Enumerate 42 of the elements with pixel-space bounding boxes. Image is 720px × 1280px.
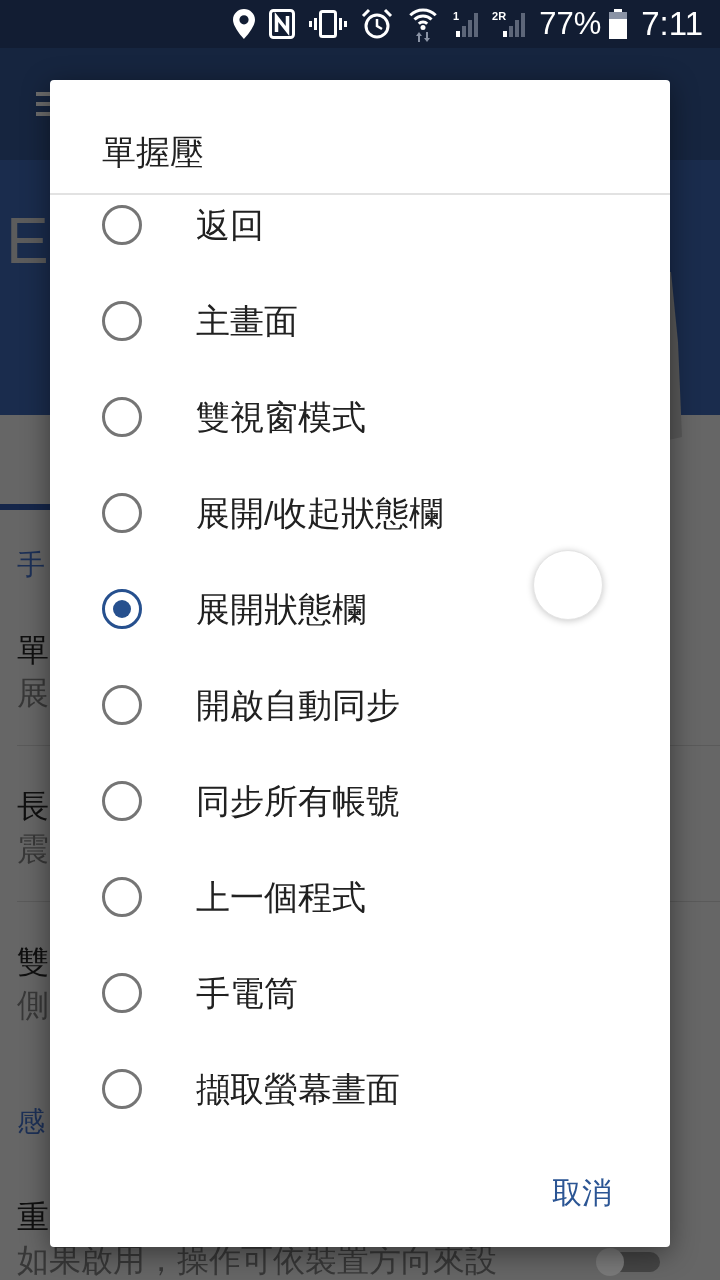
setting-title: 長 (17, 790, 49, 822)
toggle-switch[interactable] (596, 1248, 660, 1276)
cancel-button[interactable]: 取消 (536, 1157, 628, 1229)
option-label[interactable]: 手電筒 (196, 972, 298, 1014)
nfc-icon (269, 9, 295, 39)
radio-button[interactable] (102, 397, 142, 437)
vibrate-icon (309, 10, 347, 38)
option-label[interactable]: 開啟自動同步 (196, 684, 400, 726)
sim-label: 2R (492, 11, 507, 22)
alarm-clock-icon (361, 8, 393, 40)
battery-icon (609, 9, 628, 39)
location-pin-icon (233, 9, 255, 39)
radio-button[interactable] (102, 301, 142, 341)
tab-indicator (0, 504, 52, 510)
option-label[interactable]: 上一個程式 (196, 876, 366, 918)
battery-percent: 77% (539, 6, 602, 42)
radio-button[interactable] (102, 493, 142, 533)
option-label[interactable]: 雙視窗模式 (196, 396, 366, 438)
setting-title: 雙 (17, 946, 49, 978)
option-label[interactable]: 同步所有帳號 (196, 780, 400, 822)
option-label[interactable]: 展開狀態欄 (196, 588, 366, 630)
dialog-title: 單握壓 (102, 133, 204, 171)
setting-title: 重 (17, 1201, 49, 1233)
radio-button[interactable] (102, 877, 142, 917)
option-label[interactable]: 返回 (196, 204, 264, 246)
header-title: E (6, 209, 49, 273)
radio-button[interactable] (102, 205, 142, 245)
option-label[interactable]: 主畫面 (196, 300, 298, 342)
option-label[interactable]: 展開/收起狀態欄 (196, 492, 444, 534)
sim-label: 1 (453, 11, 460, 22)
radio-button[interactable] (102, 1069, 142, 1109)
menu-icon[interactable] (36, 92, 50, 116)
setting-title: 單 (17, 634, 49, 666)
radio-button[interactable] (102, 973, 142, 1013)
option-label[interactable]: 擷取螢幕畫面 (196, 1068, 400, 1110)
wifi-icon (407, 6, 439, 42)
radio-button[interactable] (102, 589, 142, 629)
radio-button[interactable] (102, 685, 142, 725)
radio-button[interactable] (102, 781, 142, 821)
section-title: 手 (17, 549, 45, 581)
section-title: 感 (17, 1106, 45, 1138)
clock-time: 7:11 (641, 5, 703, 43)
